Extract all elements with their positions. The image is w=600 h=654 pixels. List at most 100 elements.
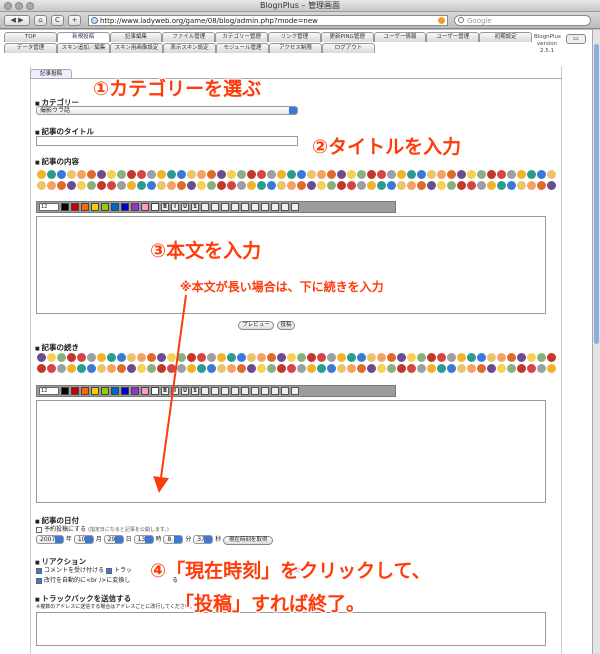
- emoji-icon[interactable]: [467, 364, 476, 373]
- emoji-icon[interactable]: [37, 181, 46, 190]
- emoji-icon[interactable]: [547, 170, 556, 179]
- emoji-icon[interactable]: [457, 181, 466, 190]
- emoji-icon[interactable]: [357, 364, 366, 373]
- expand-icon[interactable]: ▭: [566, 34, 586, 44]
- color-swatch[interactable]: [61, 203, 69, 211]
- emoji-icon[interactable]: [197, 170, 206, 179]
- toolbar-icon[interactable]: [231, 203, 239, 211]
- emoji-icon[interactable]: [147, 170, 156, 179]
- emoji-icon[interactable]: [397, 181, 406, 190]
- emoji-icon[interactable]: [437, 364, 446, 373]
- emoji-icon[interactable]: [37, 364, 46, 373]
- emoji-icon[interactable]: [147, 364, 156, 373]
- emoji-icon[interactable]: [127, 170, 136, 179]
- nav-tab[interactable]: ユーザー情報: [373, 32, 427, 42]
- nav-tab[interactable]: スキン用画像設定: [110, 43, 163, 53]
- emoji-icon[interactable]: [157, 364, 166, 373]
- emoji-icon[interactable]: [537, 364, 546, 373]
- toolbar-icon[interactable]: [291, 387, 299, 395]
- emoji-icon[interactable]: [197, 364, 206, 373]
- minute-select[interactable]: 8: [163, 535, 184, 544]
- color-swatch[interactable]: [81, 203, 89, 211]
- nav-tab[interactable]: TOP: [4, 32, 57, 42]
- emoji-palette-row[interactable]: [37, 181, 557, 190]
- emoji-icon[interactable]: [367, 181, 376, 190]
- emoji-icon[interactable]: [527, 170, 536, 179]
- emoji-icon[interactable]: [547, 364, 556, 373]
- toolbar-icon[interactable]: [261, 203, 269, 211]
- color-swatch[interactable]: [101, 387, 109, 395]
- emoji-icon[interactable]: [307, 353, 316, 362]
- emoji-icon[interactable]: [167, 170, 176, 179]
- emoji-icon[interactable]: [377, 181, 386, 190]
- color-swatch[interactable]: [121, 203, 129, 211]
- emoji-icon[interactable]: [317, 353, 326, 362]
- emoji-icon[interactable]: [357, 353, 366, 362]
- search-input[interactable]: Google: [454, 15, 591, 26]
- emoji-icon[interactable]: [337, 181, 346, 190]
- toolbar-icon[interactable]: [211, 203, 219, 211]
- emoji-icon[interactable]: [317, 170, 326, 179]
- emoji-icon[interactable]: [157, 181, 166, 190]
- emoji-icon[interactable]: [227, 353, 236, 362]
- color-swatch[interactable]: [121, 387, 129, 395]
- emoji-icon[interactable]: [57, 364, 66, 373]
- emoji-icon[interactable]: [507, 364, 516, 373]
- title-input[interactable]: [36, 136, 298, 146]
- emoji-icon[interactable]: [347, 353, 356, 362]
- color-swatch[interactable]: [81, 387, 89, 395]
- toolbar-icon[interactable]: [271, 387, 279, 395]
- emoji-icon[interactable]: [237, 364, 246, 373]
- emoji-icon[interactable]: [297, 170, 306, 179]
- emoji-icon[interactable]: [167, 353, 176, 362]
- emoji-icon[interactable]: [477, 170, 486, 179]
- emoji-icon[interactable]: [447, 353, 456, 362]
- url-text[interactable]: http://www.ladyweb.org/game/08/blog/admi…: [100, 17, 318, 25]
- format-button[interactable]: S: [191, 387, 199, 395]
- emoji-icon[interactable]: [157, 170, 166, 179]
- emoji-icon[interactable]: [117, 170, 126, 179]
- linebreak-checkbox[interactable]: [36, 577, 42, 584]
- emoji-icon[interactable]: [487, 181, 496, 190]
- nav-tab[interactable]: 更新PING管理: [320, 32, 374, 42]
- emoji-icon[interactable]: [487, 364, 496, 373]
- comment-checkbox[interactable]: [36, 567, 42, 574]
- emoji-icon[interactable]: [477, 181, 486, 190]
- emoji-icon[interactable]: [107, 364, 116, 373]
- toolbar-icon[interactable]: [281, 387, 289, 395]
- emoji-icon[interactable]: [287, 353, 296, 362]
- emoji-icon[interactable]: [277, 170, 286, 179]
- format-button[interactable]: U: [181, 203, 189, 211]
- emoji-icon[interactable]: [237, 170, 246, 179]
- emoji-icon[interactable]: [177, 181, 186, 190]
- emoji-icon[interactable]: [417, 353, 426, 362]
- toolbar-icon[interactable]: [211, 387, 219, 395]
- emoji-icon[interactable]: [97, 181, 106, 190]
- emoji-icon[interactable]: [387, 364, 396, 373]
- emoji-icon[interactable]: [197, 353, 206, 362]
- emoji-icon[interactable]: [57, 181, 66, 190]
- emoji-icon[interactable]: [427, 170, 436, 179]
- color-swatch[interactable]: [131, 387, 139, 395]
- emoji-icon[interactable]: [67, 170, 76, 179]
- vertical-scrollbar[interactable]: [592, 30, 600, 654]
- nav-tab[interactable]: 記事編集: [109, 32, 163, 42]
- toolbar-icon[interactable]: [261, 387, 269, 395]
- emoji-icon[interactable]: [457, 170, 466, 179]
- color-swatch[interactable]: [71, 203, 79, 211]
- emoji-icon[interactable]: [117, 181, 126, 190]
- emoji-icon[interactable]: [187, 170, 196, 179]
- emoji-icon[interactable]: [537, 170, 546, 179]
- color-swatch[interactable]: [71, 387, 79, 395]
- emoji-icon[interactable]: [397, 364, 406, 373]
- emoji-icon[interactable]: [327, 353, 336, 362]
- emoji-icon[interactable]: [67, 364, 76, 373]
- emoji-icon[interactable]: [177, 170, 186, 179]
- more-textarea[interactable]: [36, 400, 546, 503]
- close-window-icon[interactable]: [4, 2, 12, 10]
- emoji-icon[interactable]: [207, 181, 216, 190]
- nav-tab[interactable]: ファイル管理: [162, 32, 216, 42]
- scrollbar-thumb[interactable]: [594, 44, 599, 344]
- emoji-icon[interactable]: [137, 364, 146, 373]
- emoji-icon[interactable]: [57, 353, 66, 362]
